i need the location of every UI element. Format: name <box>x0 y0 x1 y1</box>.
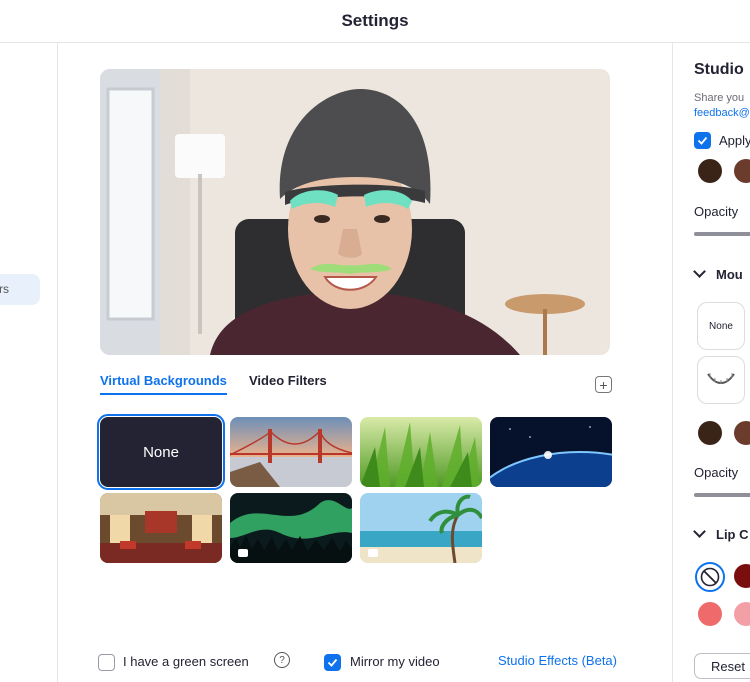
studio-effects-link[interactable]: Studio Effects (Beta) <box>498 653 617 668</box>
chevron-down-icon <box>693 525 706 538</box>
window-title-text: Settings <box>341 11 409 30</box>
mustache-opacity-slider[interactable] <box>694 493 750 497</box>
mustache-color-swatch[interactable] <box>734 421 750 445</box>
checkmark-icon <box>327 658 338 667</box>
sidebar-item-label: rs <box>0 282 9 296</box>
mustache-option-style[interactable] <box>697 356 745 404</box>
plus-icon: + <box>599 376 608 393</box>
video-camera-icon <box>238 549 248 557</box>
studio-panel-title: Studio <box>694 61 744 78</box>
lip-color-section-label: Lip C <box>716 527 749 542</box>
tab-virtual-backgrounds[interactable]: Virtual Backgrounds <box>100 373 227 395</box>
apply-checkbox[interactable] <box>694 132 711 149</box>
mustache-none-label: None <box>709 320 733 332</box>
window-title: Settings <box>0 0 750 43</box>
background-filter-tabs: Virtual Backgrounds Video Filters <box>100 373 612 397</box>
camera-preview <box>100 69 610 355</box>
lip-color-swatch[interactable] <box>698 602 722 626</box>
background-none[interactable]: None <box>97 414 225 490</box>
eyebrow-color-swatch[interactable] <box>734 159 750 183</box>
opacity-label-2: Opacity <box>694 465 739 480</box>
chevron-down-icon <box>693 265 706 278</box>
studio-effects-panel: Studio Share you feedback@ Apply Opacity… <box>672 43 750 682</box>
mustache-icon <box>707 373 735 384</box>
checkmark-icon <box>697 136 708 145</box>
backgrounds-effects-pane: Virtual Backgrounds Video Filters + None <box>58 43 672 682</box>
background-grass[interactable] <box>360 417 482 487</box>
background-hotel-lobby[interactable] <box>100 493 222 563</box>
grass-image <box>360 417 482 487</box>
eyebrow-opacity-slider[interactable] <box>694 232 750 236</box>
earth-from-space-image <box>490 417 612 487</box>
mirror-video-label: Mirror my video <box>350 654 440 669</box>
share-text: Share you <box>694 92 745 104</box>
background-golden-gate-bridge[interactable] <box>230 417 352 487</box>
studio-panel-description: Share you feedback@ <box>694 91 750 121</box>
mirror-video-checkbox[interactable] <box>324 654 341 671</box>
video-camera-icon <box>368 549 378 557</box>
reset-button-label: Reset <box>711 658 745 674</box>
no-color-icon <box>700 567 720 587</box>
beach-image <box>360 493 482 563</box>
hotel-lobby-image <box>100 493 222 563</box>
background-earth-from-space[interactable] <box>490 417 612 487</box>
reset-button[interactable]: Reset <box>694 653 750 679</box>
help-icon[interactable]: ? <box>274 652 290 668</box>
green-screen-label: I have a green screen <box>123 654 249 669</box>
background-beach[interactable] <box>360 493 482 563</box>
background-aurora[interactable] <box>230 493 352 563</box>
mustache-option-none[interactable]: None <box>697 302 745 350</box>
green-screen-checkbox[interactable] <box>98 654 115 671</box>
mustache-color-swatch[interactable] <box>698 421 722 445</box>
lip-color-swatch[interactable] <box>734 564 750 588</box>
bottom-options: I have a green screen ? Mirror my video … <box>98 651 658 675</box>
golden-gate-bridge-image <box>230 417 352 487</box>
mouth-section-label: Mou <box>716 267 743 282</box>
lip-color-swatch[interactable] <box>734 602 750 626</box>
background-none-label: None <box>143 443 179 461</box>
add-background-button[interactable]: + <box>595 376 612 393</box>
lip-color-section-header[interactable]: Lip C <box>693 525 749 542</box>
camera-preview-image <box>100 69 610 355</box>
sidebar-item-backgrounds-effects[interactable]: rs <box>0 274 40 305</box>
settings-sidebar: rs s <box>0 43 58 682</box>
aurora-image <box>230 493 352 563</box>
eyebrow-color-swatch[interactable] <box>698 159 722 183</box>
apply-label: Apply <box>719 133 750 148</box>
lip-color-none[interactable] <box>695 562 725 592</box>
tab-video-filters[interactable]: Video Filters <box>249 373 327 393</box>
opacity-label: Opacity <box>694 204 739 219</box>
feedback-link[interactable]: feedback@ <box>694 106 750 121</box>
mouth-section-header[interactable]: Mou <box>693 265 743 282</box>
